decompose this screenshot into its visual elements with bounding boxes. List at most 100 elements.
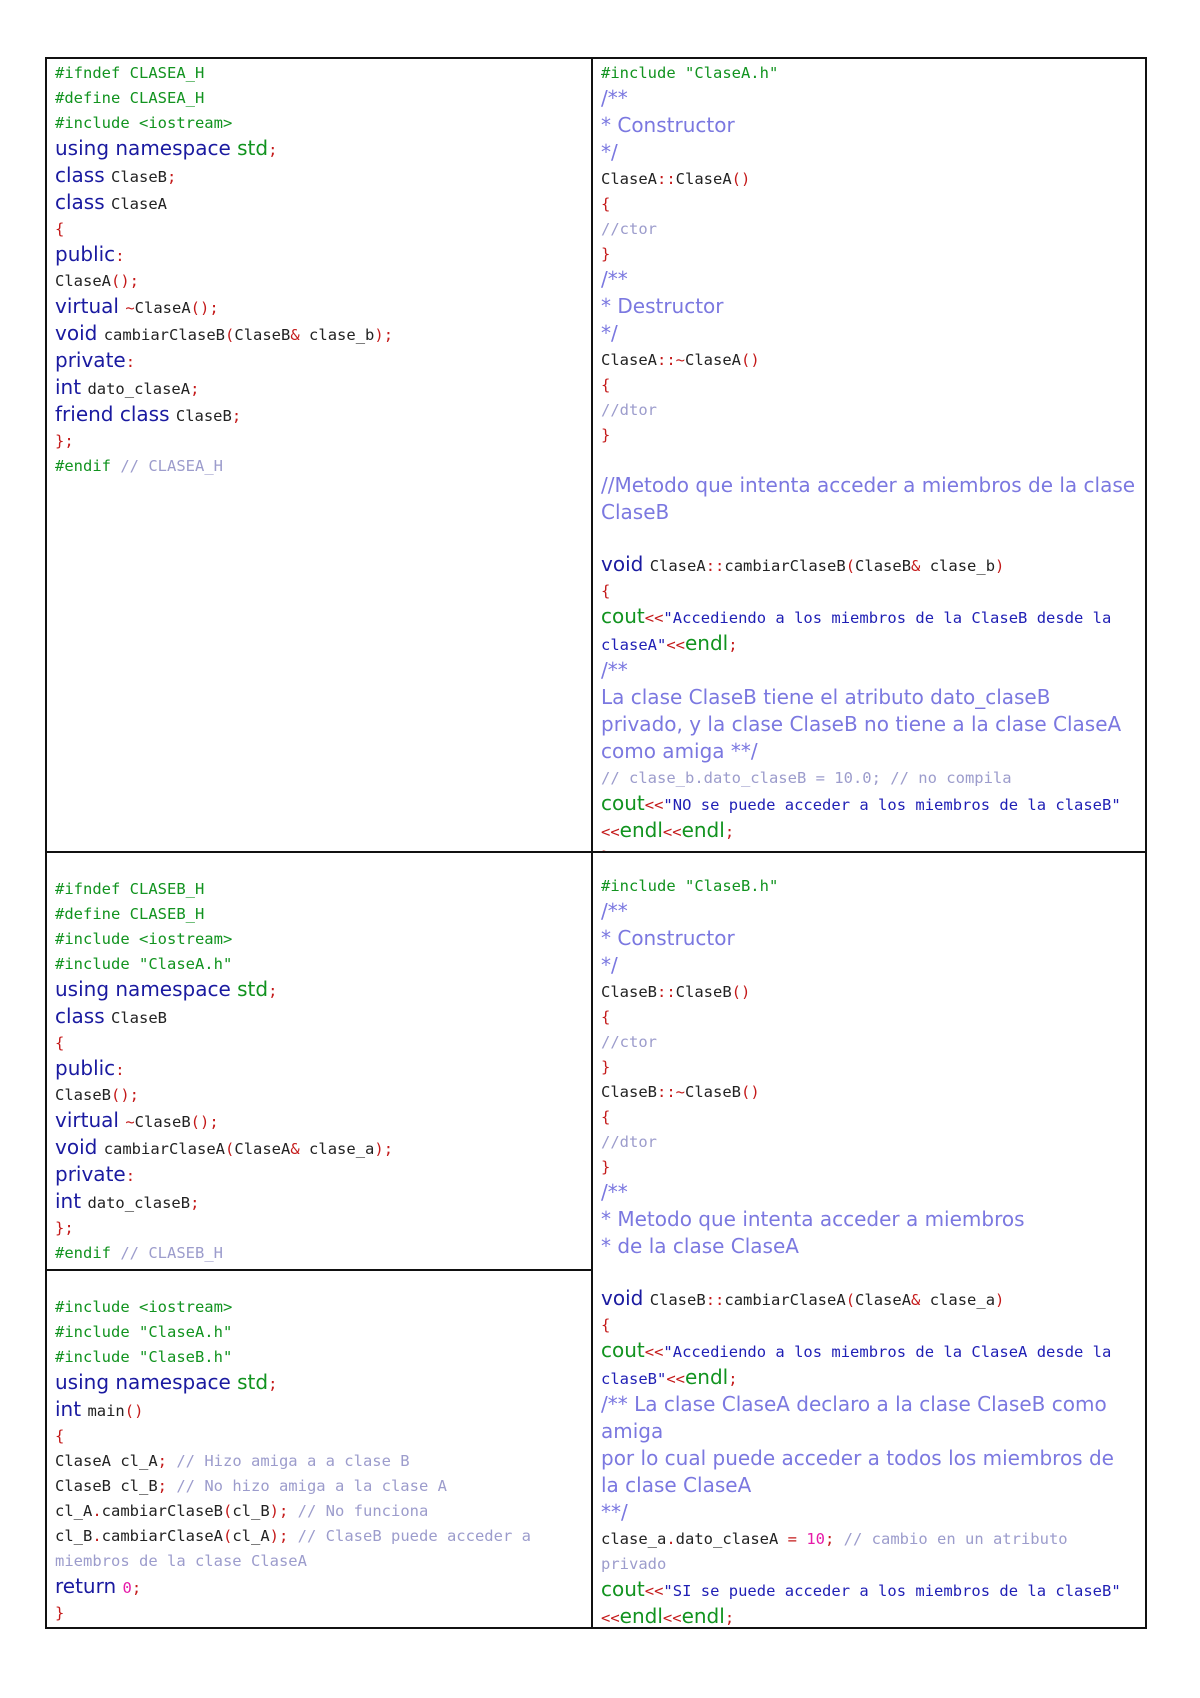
code-token: ::~ (657, 351, 685, 369)
code-token: /** (601, 86, 628, 110)
code-token: ; (724, 1609, 735, 1627)
code-line: } (601, 1155, 1137, 1180)
code-token: ClaseA (649, 557, 706, 575)
code-line (601, 1261, 1137, 1286)
code-token: using namespace (55, 1370, 238, 1394)
code-token: #define CLASEA_H (55, 89, 205, 107)
code-line: //ctor (601, 1030, 1137, 1055)
code-line: void ClaseB::cambiarClaseA(ClaseA& clase… (601, 1286, 1137, 1313)
code-line: ClaseA::ClaseA() (601, 167, 1137, 192)
code-token: cl_A (55, 1502, 93, 1520)
code-token: ; (131, 1579, 142, 1597)
code-token: :: (657, 170, 676, 188)
code-token: } (601, 245, 611, 263)
code-token: { (601, 195, 611, 213)
code-token: // clase_b.dato_claseB = 10.0; // no com… (601, 769, 1012, 787)
code-token: private (55, 348, 126, 372)
code-token: cout (601, 1577, 645, 1601)
code-line: cout<<"SI se puede acceder a los miembro… (601, 1577, 1137, 1628)
code-token: void (55, 1135, 104, 1159)
code-token: { (601, 1316, 611, 1334)
code-token: ( (845, 1291, 856, 1309)
code-line: { (601, 579, 1137, 604)
code-token: #include <iostream> (55, 114, 233, 132)
code-token: :: (705, 557, 725, 575)
code-token: ( (845, 557, 856, 575)
code-token: (); (190, 299, 219, 317)
code-token: void (601, 1286, 650, 1310)
code-line: using namespace std; (55, 977, 583, 1004)
code-token: ::~ (657, 1083, 685, 1101)
code-line: /** (601, 899, 1137, 926)
code-token: public (55, 242, 116, 266)
code-token: ClaseA (685, 351, 741, 369)
code-token: public (55, 1056, 116, 1080)
code-token: ClaseB (55, 1086, 111, 1104)
code-token: ClaseB cl_B (55, 1477, 158, 1495)
code-line: //dtor (601, 1130, 1137, 1155)
code-token: ClaseB (601, 1083, 657, 1101)
code-token: virtual (55, 1108, 126, 1132)
code-token: { (55, 1034, 65, 1052)
code-token: cout (601, 1338, 645, 1362)
code-token: std (237, 1370, 269, 1394)
code-token: */ (601, 321, 618, 345)
code-token: //Metodo que intenta acceder a miembros … (601, 473, 1142, 524)
code-token: ClaseB (685, 1083, 741, 1101)
code-token: << (666, 636, 685, 654)
code-line: ClaseA::~ClaseA() (601, 348, 1137, 373)
code-line: } (601, 423, 1137, 448)
code-token: * Constructor (601, 926, 735, 950)
code-token: "NO se puede acceder a los miembros de l… (663, 796, 1121, 814)
code-cell-claseb-header: #ifndef CLASEB_H #define CLASEB_H #include… (45, 851, 593, 1271)
code-token: & (911, 557, 930, 575)
code-line: #ifndef CLASEA_H (55, 61, 583, 86)
code-token: } (55, 1604, 65, 1622)
code-token: using namespace (55, 136, 238, 160)
code-token: . (92, 1527, 102, 1545)
code-token: #endif (55, 457, 121, 475)
code-token: << (644, 1343, 664, 1361)
code-token: /** (601, 899, 628, 923)
code-line: class ClaseB (55, 1004, 583, 1031)
code-token: { (601, 1108, 611, 1126)
code-token: ~ (125, 299, 135, 317)
code-token: cambiarClaseA (103, 1140, 226, 1158)
code-token: : (125, 353, 136, 371)
code-token: ClaseB (649, 1291, 706, 1309)
code-line: class ClaseA (55, 190, 583, 217)
code-token: return (55, 1574, 123, 1598)
code-token: cambiarClaseB (103, 326, 226, 344)
code-token: << (644, 1582, 664, 1600)
code-token: cout (601, 604, 645, 628)
code-line: private: (55, 1162, 583, 1189)
code-token: por lo cual puede acceder a todos los mi… (601, 1446, 1121, 1497)
code-token: () (731, 983, 751, 1001)
code-token: } (601, 1158, 611, 1176)
code-token: int (55, 375, 88, 399)
code-token: ClaseA cl_A (55, 1452, 158, 1470)
code-line: } (601, 242, 1137, 267)
code-token: endl (681, 1604, 725, 1628)
code-token: (); (111, 1086, 139, 1104)
code-token: ( (225, 1140, 235, 1158)
code-line: using namespace std; (55, 136, 583, 163)
code-line: /** (601, 267, 1137, 294)
code-token: ; (268, 141, 278, 159)
code-line: */ (601, 953, 1137, 980)
code-token: clase_b (929, 557, 996, 575)
code-token: main (87, 1402, 125, 1420)
code-line: #include <iostream> (55, 1295, 583, 1320)
code-token: clase_b (309, 326, 375, 344)
code-token: ; (190, 1194, 200, 1212)
code-token: { (601, 1008, 611, 1026)
code-line: #endif // CLASEA_H (55, 454, 583, 479)
code-token: ClaseB (855, 557, 912, 575)
code-token: // No funciona (297, 1502, 429, 1520)
code-line: #include "ClaseA.h" (55, 1320, 583, 1345)
code-line: class ClaseB; (55, 163, 583, 190)
code-token: ; (268, 1375, 278, 1393)
code-cell-main-source: #include <iostream> #include "ClaseA.h" #i… (45, 1269, 593, 1629)
code-token: #ifndef CLASEA_H (55, 64, 205, 82)
